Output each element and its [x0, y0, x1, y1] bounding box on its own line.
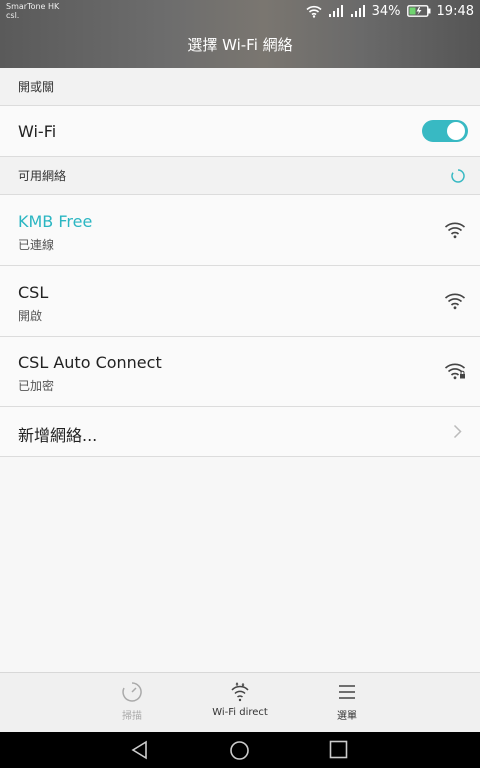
scan-icon — [82, 681, 182, 703]
network-name: CSL — [18, 283, 49, 302]
chevron-right-icon — [453, 424, 462, 443]
menu-label: 選單 — [337, 711, 357, 722]
home-icon[interactable] — [229, 740, 250, 765]
battery-icon — [406, 5, 431, 17]
carrier-line-1: SmarTone HK — [6, 2, 60, 11]
add-network-row[interactable]: 新增網絡... — [0, 407, 480, 457]
network-row-2[interactable]: CSL Auto Connect 已加密 — [0, 337, 480, 407]
wifi-toggle-label: Wi-Fi — [18, 122, 57, 141]
carrier-label: SmarTone HK csl. — [6, 2, 59, 20]
wifi-toggle-row[interactable]: Wi-Fi — [0, 106, 480, 157]
wifi-direct-label: Wi-Fi direct — [212, 707, 268, 718]
status-icons: 34% 19:48 — [306, 2, 474, 20]
wifi-lock-icon — [444, 362, 466, 384]
bottom-toolbar: 掃描 Wi-Fi direct 選單 — [0, 672, 480, 732]
wifi-direct-icon — [190, 681, 290, 703]
clock: 19:48 — [436, 3, 474, 19]
menu-icon — [297, 681, 397, 703]
battery-percent: 34% — [371, 3, 401, 19]
wifi-status-icon — [306, 5, 322, 18]
network-name: KMB Free — [18, 212, 93, 231]
network-status: 已加密 — [18, 379, 55, 393]
menu-button[interactable]: 選單 — [297, 681, 397, 722]
status-bar: SmarTone HK csl. 34% 19:48 — [0, 0, 480, 22]
wifi-icon — [444, 292, 466, 314]
header: SmarTone HK csl. 34% 19:48 選擇 Wi-Fi 網絡 — [0, 0, 480, 68]
section-header-switch: 開或關 — [0, 68, 480, 106]
signal-icon-1 — [328, 4, 344, 18]
section-header-available: 可用網絡 — [0, 157, 480, 195]
available-networks-label: 可用網絡 — [18, 169, 67, 183]
scan-label: 掃描 — [122, 711, 142, 722]
network-row-1[interactable]: CSL 開啟 — [0, 266, 480, 337]
network-name: CSL Auto Connect — [18, 353, 162, 372]
network-row-0[interactable]: KMB Free 已連線 — [0, 195, 480, 266]
back-icon[interactable] — [130, 740, 150, 764]
wifi-toggle-switch[interactable] — [422, 120, 468, 142]
scanning-spinner-icon — [450, 168, 466, 187]
network-status: 開啟 — [18, 309, 43, 323]
carrier-line-2: csl. — [6, 11, 20, 20]
signal-icon-2 — [350, 4, 366, 18]
wifi-direct-button[interactable]: Wi-Fi direct — [190, 681, 290, 718]
add-network-label: 新增網絡... — [18, 426, 98, 445]
scan-button[interactable]: 掃描 — [82, 681, 182, 722]
wifi-icon — [444, 221, 466, 243]
toggle-knob — [447, 122, 465, 140]
page-title: 選擇 Wi-Fi 網絡 — [187, 36, 293, 54]
navigation-bar — [0, 732, 480, 768]
network-status: 已連線 — [18, 238, 55, 252]
recent-apps-icon[interactable] — [329, 740, 348, 763]
